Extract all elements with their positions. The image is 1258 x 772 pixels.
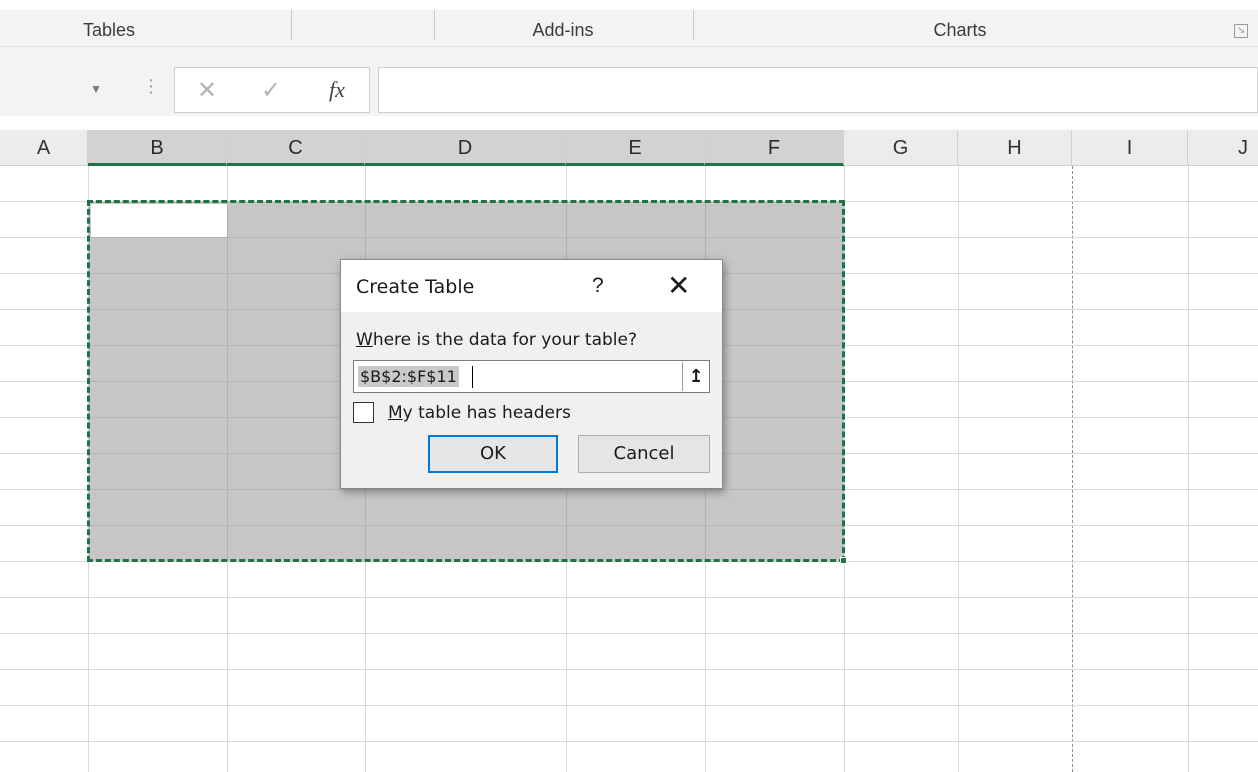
column-header-b[interactable]: B bbox=[88, 130, 227, 166]
ribbon-separator bbox=[434, 10, 435, 40]
charts-dialog-launcher-icon[interactable]: ↘ bbox=[1234, 24, 1248, 38]
ok-button[interactable]: OK bbox=[428, 435, 558, 473]
grid-line bbox=[958, 166, 959, 772]
column-header-a[interactable]: A bbox=[0, 130, 88, 166]
column-header-c[interactable]: C bbox=[227, 130, 365, 166]
page-break-line bbox=[1072, 166, 1073, 772]
range-prompt-label: Where is the data for your table? bbox=[356, 330, 637, 350]
fill-handle[interactable] bbox=[840, 557, 847, 564]
prompt-accelerator: W bbox=[356, 330, 373, 350]
prompt-text: here is the data for your table? bbox=[372, 330, 637, 350]
grid-line bbox=[0, 705, 1258, 706]
column-header-i[interactable]: I bbox=[1072, 130, 1188, 166]
column-header-row: A B C D E F G H I J bbox=[0, 130, 1258, 166]
column-header-h[interactable]: H bbox=[958, 130, 1072, 166]
formula-bar-resize-handle[interactable]: ⋮ bbox=[142, 76, 160, 97]
cancel-button[interactable]: Cancel bbox=[578, 435, 710, 473]
grid-line bbox=[1188, 166, 1189, 772]
insert-function-button[interactable]: fx bbox=[329, 77, 345, 103]
dialog-titlebar[interactable]: Create Table ? ✕ bbox=[341, 260, 722, 312]
ribbon-top-area bbox=[0, 0, 1258, 10]
ribbon-divider bbox=[0, 46, 1258, 47]
ribbon-separator bbox=[693, 10, 694, 40]
grid-line bbox=[0, 669, 1258, 670]
create-table-dialog: Create Table ? ✕ Where is the data for y… bbox=[340, 259, 723, 489]
column-header-d[interactable]: D bbox=[365, 130, 566, 166]
ribbon-group-tables: Tables bbox=[82, 20, 136, 40]
close-icon[interactable]: ✕ bbox=[197, 76, 217, 105]
headers-accelerator: M bbox=[388, 403, 403, 423]
name-box-dropdown-icon[interactable]: ▼ bbox=[90, 82, 102, 96]
column-header-g[interactable]: G bbox=[844, 130, 958, 166]
dialog-title: Create Table bbox=[356, 276, 475, 298]
formula-bar-row: ▼ ⋮ ✕ ✓ fx bbox=[0, 66, 1258, 116]
formula-buttons: ✕ ✓ fx bbox=[174, 67, 370, 113]
text-caret bbox=[472, 366, 473, 388]
grid-line bbox=[0, 597, 1258, 598]
column-header-e[interactable]: E bbox=[566, 130, 705, 166]
collapse-dialog-icon[interactable]: ↥ bbox=[682, 362, 709, 391]
close-icon[interactable]: ✕ bbox=[667, 269, 690, 302]
help-icon[interactable]: ? bbox=[592, 274, 604, 298]
ribbon-group-add-ins: Add-ins bbox=[532, 20, 594, 40]
headers-text: y table has headers bbox=[402, 403, 571, 423]
ribbon-separator bbox=[291, 10, 292, 40]
grid-line bbox=[0, 633, 1258, 634]
ribbon-group-charts: Charts bbox=[933, 20, 987, 40]
range-input[interactable]: $B$2:$F$11 ↥ bbox=[353, 360, 710, 393]
column-header-f[interactable]: F bbox=[705, 130, 844, 166]
grid-line bbox=[0, 741, 1258, 742]
column-header-j[interactable]: J bbox=[1188, 130, 1258, 166]
formula-input[interactable] bbox=[378, 67, 1258, 113]
range-input-value: $B$2:$F$11 bbox=[358, 366, 459, 387]
headers-checkbox-label[interactable]: My table has headers bbox=[388, 403, 571, 423]
ribbon-group-labels: Tables Add-ins Charts ↘ bbox=[0, 0, 1258, 66]
checkmark-icon[interactable]: ✓ bbox=[261, 76, 281, 105]
headers-checkbox[interactable] bbox=[353, 402, 374, 423]
